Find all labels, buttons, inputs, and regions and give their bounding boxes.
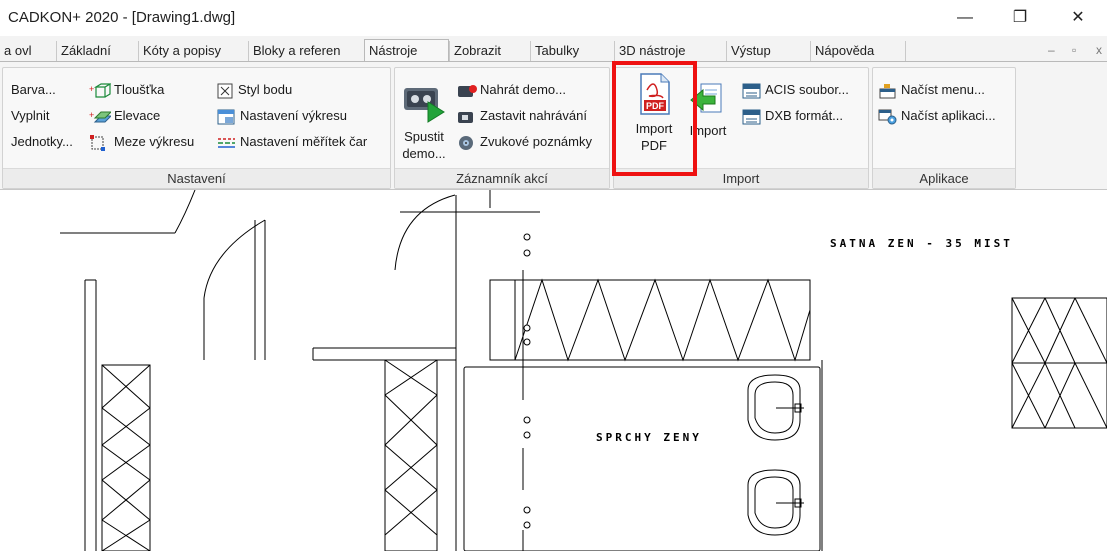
tloustka-button[interactable]: + Tloušťka xyxy=(89,80,164,100)
elevation-icon: + xyxy=(89,110,111,123)
stop-recording-icon xyxy=(458,111,473,123)
nastaveni-vykresu-label: Nastavení výkresu xyxy=(240,108,347,123)
group-zaznamnik-akci: Spustit demo... Nahrát demo... Zastavit … xyxy=(394,67,610,189)
load-application-icon xyxy=(878,109,897,125)
tab-vystup[interactable]: Výstup xyxy=(726,41,810,61)
zastavit-nahravani-button[interactable]: Zastavit nahrávání xyxy=(457,106,587,126)
group-nastaveni: Barva... Vyplnit Jednotky... + Tloušťka +… xyxy=(2,67,391,189)
tab-tabulky[interactable]: Tabulky xyxy=(530,41,614,61)
elevace-label: Elevace xyxy=(114,108,161,123)
record-demo-icon xyxy=(458,84,477,97)
highlight-box xyxy=(612,61,697,176)
linetype-scale-icon xyxy=(218,137,235,148)
zastavit-nahravani-label: Zastavit nahrávání xyxy=(480,108,587,123)
nahrat-demo-label: Nahrát demo... xyxy=(480,82,566,97)
nacist-menu-label: Načíst menu... xyxy=(901,82,985,97)
styl-bodu-label: Styl bodu xyxy=(238,82,293,97)
load-menu-icon xyxy=(879,83,896,99)
styl-bodu-button[interactable]: Styl bodu xyxy=(217,80,292,100)
tab-bloky-a-reference[interactable]: Bloky a referen xyxy=(248,41,364,61)
drawing-settings-icon xyxy=(217,109,235,125)
tloustka-label: Tloušťka xyxy=(114,82,165,97)
drawing-label-satna: SATNA ZEN - 35 MIST xyxy=(830,237,1013,250)
nastaveni-meritek-car-label: Nastavení měřítek čar xyxy=(240,134,368,149)
ribbon-restore-button[interactable]: ▫ xyxy=(1072,43,1076,57)
ribbon-minimize-button[interactable]: – xyxy=(1048,43,1055,57)
group-label-aplikace: Aplikace xyxy=(873,168,1015,188)
tab-zakladni[interactable]: Základní xyxy=(56,41,138,61)
limits-icon xyxy=(90,134,105,151)
close-button[interactable]: ✕ xyxy=(1058,4,1098,32)
tab-koty-a-popisy[interactable]: Kóty a popisy xyxy=(138,41,248,61)
window-title: CADKON+ 2020 - [Drawing1.dwg] xyxy=(8,9,236,26)
ribbon-tab-bar: a ovl Základní Kóty a popisy Bloky a ref… xyxy=(0,36,1107,62)
barva-button[interactable]: Barva... xyxy=(11,80,56,100)
dxb-format-icon xyxy=(742,109,761,125)
spustit-demo-line2: demo... xyxy=(402,146,446,161)
nacist-aplikaci-label: Načíst aplikaci... xyxy=(901,108,996,123)
tab-napoveda[interactable]: Nápověda xyxy=(810,41,906,61)
meze-vykresu-button[interactable]: Meze výkresu xyxy=(89,132,194,152)
spustit-demo-line1: Spustit xyxy=(404,129,444,144)
drawing-canvas[interactable]: SATNA ZEN - 35 MIST SPRCHY ZENY xyxy=(0,190,1107,551)
tab-zobrazit[interactable]: Zobrazit xyxy=(449,41,530,61)
acis-file-icon xyxy=(742,83,761,99)
nahrat-demo-button[interactable]: Nahrát demo... xyxy=(457,80,566,100)
nacist-aplikaci-button[interactable]: Načíst aplikaci... xyxy=(878,106,996,126)
meze-vykresu-label: Meze výkresu xyxy=(114,134,195,149)
spustit-demo-button[interactable]: Spustit demo... xyxy=(399,80,449,162)
nastaveni-meritek-car-button[interactable]: Nastavení měřítek čar xyxy=(217,132,367,152)
audio-notes-icon xyxy=(459,135,473,150)
point-style-icon xyxy=(217,83,233,99)
group-label-nastaveni: Nastavení xyxy=(3,168,390,188)
tab-vrstvy[interactable]: a ovl xyxy=(0,41,56,61)
lineweight-icon: + xyxy=(89,82,111,98)
nacist-menu-button[interactable]: Načíst menu... xyxy=(878,80,985,100)
svg-text:+: + xyxy=(89,110,94,120)
svg-text:+: + xyxy=(89,84,94,94)
group-aplikace: Načíst menu... Načíst aplikaci... Aplika… xyxy=(872,67,1016,189)
zvukove-poznamky-button[interactable]: Zvukové poznámky xyxy=(457,132,592,152)
tab-nastroje[interactable]: Nástroje xyxy=(364,39,449,62)
minimize-button[interactable]: — xyxy=(945,4,985,32)
vyplnit-button[interactable]: Vyplnit xyxy=(11,106,50,126)
zvukove-poznamky-label: Zvukové poznámky xyxy=(480,134,592,149)
dxb-format-label: DXB formát... xyxy=(765,108,844,123)
title-bar: CADKON+ 2020 - [Drawing1.dwg] — ❐ ✕ xyxy=(0,0,1107,36)
ribbon-close-button[interactable]: x xyxy=(1096,43,1102,57)
acis-soubor-label: ACIS soubor... xyxy=(765,82,849,97)
dxb-format-button[interactable]: DXB formát... xyxy=(742,106,843,126)
ribbon-panel: Barva... Vyplnit Jednotky... + Tloušťka +… xyxy=(0,61,1107,190)
nastaveni-vykresu-button[interactable]: Nastavení výkresu xyxy=(217,106,347,126)
elevace-button[interactable]: + Elevace xyxy=(89,106,160,126)
tab-3d-nastroje[interactable]: 3D nástroje xyxy=(614,41,726,61)
restore-button[interactable]: ❐ xyxy=(1000,4,1040,32)
cadkon-window: CADKON+ 2020 - [Drawing1.dwg] — ❐ ✕ a ov… xyxy=(0,0,1107,551)
jednotky-button[interactable]: Jednotky... xyxy=(11,132,73,152)
drawing-label-sprchy: SPRCHY ZENY xyxy=(596,431,702,444)
play-demo-icon xyxy=(404,88,445,123)
acis-soubor-button[interactable]: ACIS soubor... xyxy=(742,80,849,100)
group-label-zaznamnik-akci: Záznamník akcí xyxy=(395,168,609,188)
